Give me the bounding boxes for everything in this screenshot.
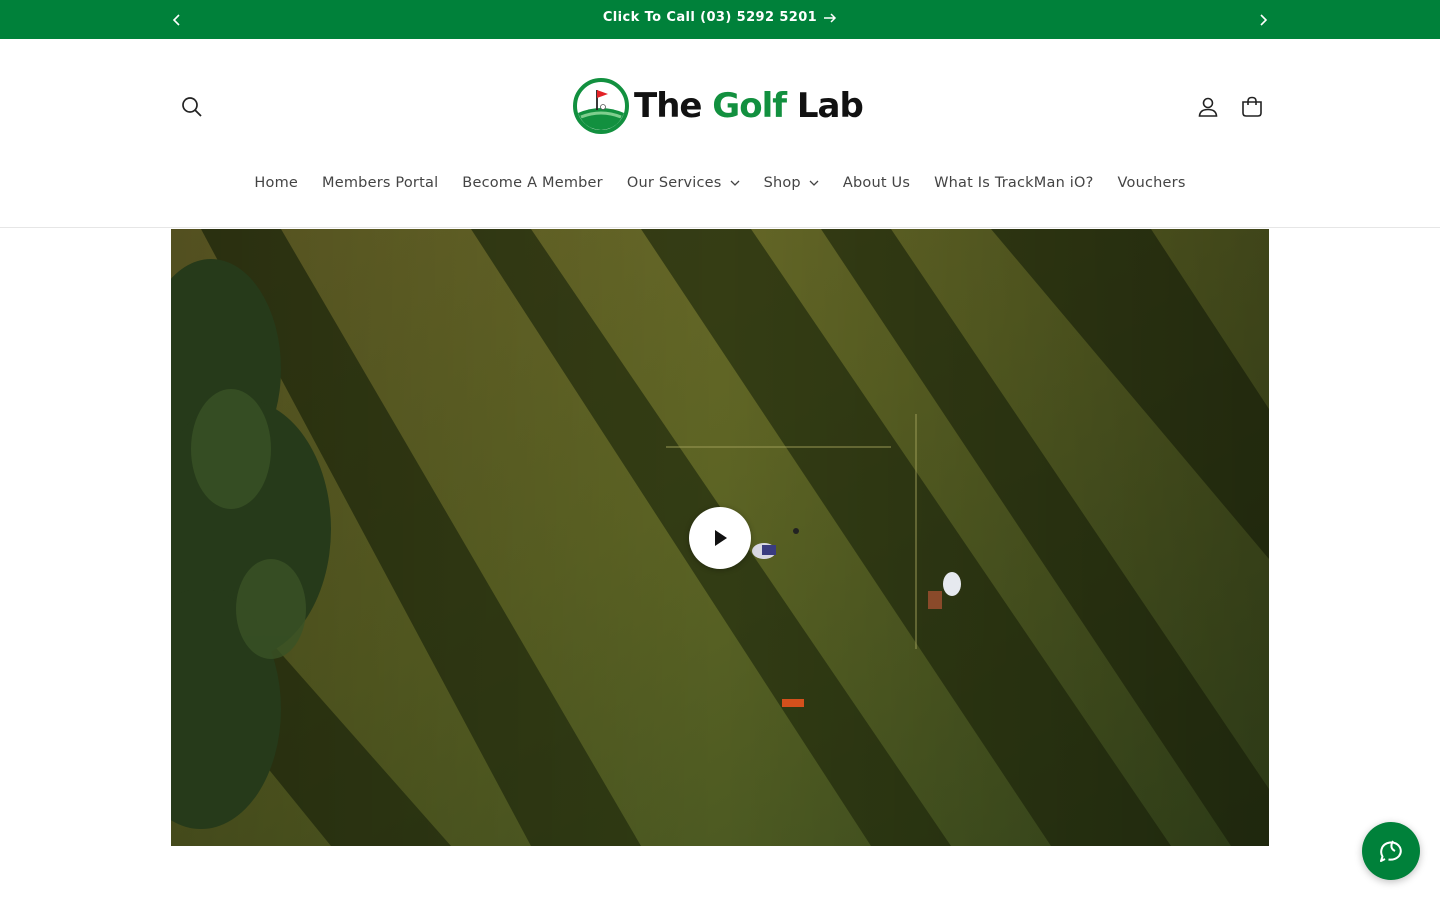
- nav-item-vouchers[interactable]: Vouchers: [1106, 171, 1198, 195]
- nav-label: What Is TrackMan iO?: [934, 175, 1094, 191]
- nav-item-members-portal[interactable]: Members Portal: [310, 171, 450, 195]
- site-logo[interactable]: The Golf Lab: [572, 77, 864, 135]
- nav-item-shop[interactable]: Shop: [752, 171, 831, 195]
- hero-video[interactable]: [171, 229, 1269, 846]
- play-icon: [715, 530, 727, 546]
- nav-label: Home: [254, 175, 299, 191]
- cart-button[interactable]: [1232, 87, 1272, 127]
- logo-word-lab: Lab: [786, 86, 864, 126]
- logo-word-golf: Golf: [712, 86, 787, 126]
- arrow-right-icon: [824, 12, 837, 23]
- account-button[interactable]: [1188, 87, 1228, 127]
- chat-icon: [1380, 840, 1402, 862]
- golf-lab-logo-icon: [573, 78, 629, 134]
- nav-label: Our Services: [626, 175, 722, 191]
- nav-label: Shop: [763, 175, 801, 191]
- nav-label: About Us: [842, 175, 911, 191]
- cart-icon: [1242, 96, 1262, 117]
- nav-label: Members Portal: [322, 175, 439, 191]
- announcement-text: Click To Call (03) 5292 5201: [602, 10, 818, 25]
- chat-widget-button[interactable]: [1362, 822, 1420, 880]
- search-button[interactable]: [172, 87, 212, 127]
- logo-text: The Golf Lab: [634, 86, 864, 126]
- nav-item-become-a-member[interactable]: Become A Member: [450, 171, 615, 195]
- nav-label: Vouchers: [1117, 175, 1186, 191]
- search-icon: [182, 97, 202, 117]
- nav-item-home[interactable]: Home: [242, 171, 310, 195]
- nav-item-our-services[interactable]: Our Services: [615, 171, 752, 195]
- announcement-bar: Click To Call (03) 5292 5201: [0, 0, 1440, 39]
- nav-label: Become A Member: [462, 175, 603, 191]
- site-header: The Golf Lab Home Members Portal Become …: [0, 39, 1440, 228]
- nav-item-about-us[interactable]: About Us: [831, 171, 922, 195]
- chevron-down-icon: [730, 180, 740, 186]
- play-video-button[interactable]: [689, 507, 751, 569]
- nav-item-what-is-trackman[interactable]: What Is TrackMan iO?: [922, 171, 1105, 195]
- main-navigation: Home Members Portal Become A Member Our …: [0, 171, 1440, 195]
- chevron-right-icon: [1260, 14, 1268, 26]
- click-to-call-link[interactable]: Click To Call (03) 5292 5201: [603, 10, 837, 25]
- logo-word-the: The: [634, 86, 713, 126]
- chevron-down-icon: [809, 180, 819, 186]
- account-icon: [1198, 97, 1218, 117]
- announcement-message: Click To Call (03) 5292 5201: [0, 10, 1440, 25]
- next-announcement-button[interactable]: [1253, 10, 1273, 30]
